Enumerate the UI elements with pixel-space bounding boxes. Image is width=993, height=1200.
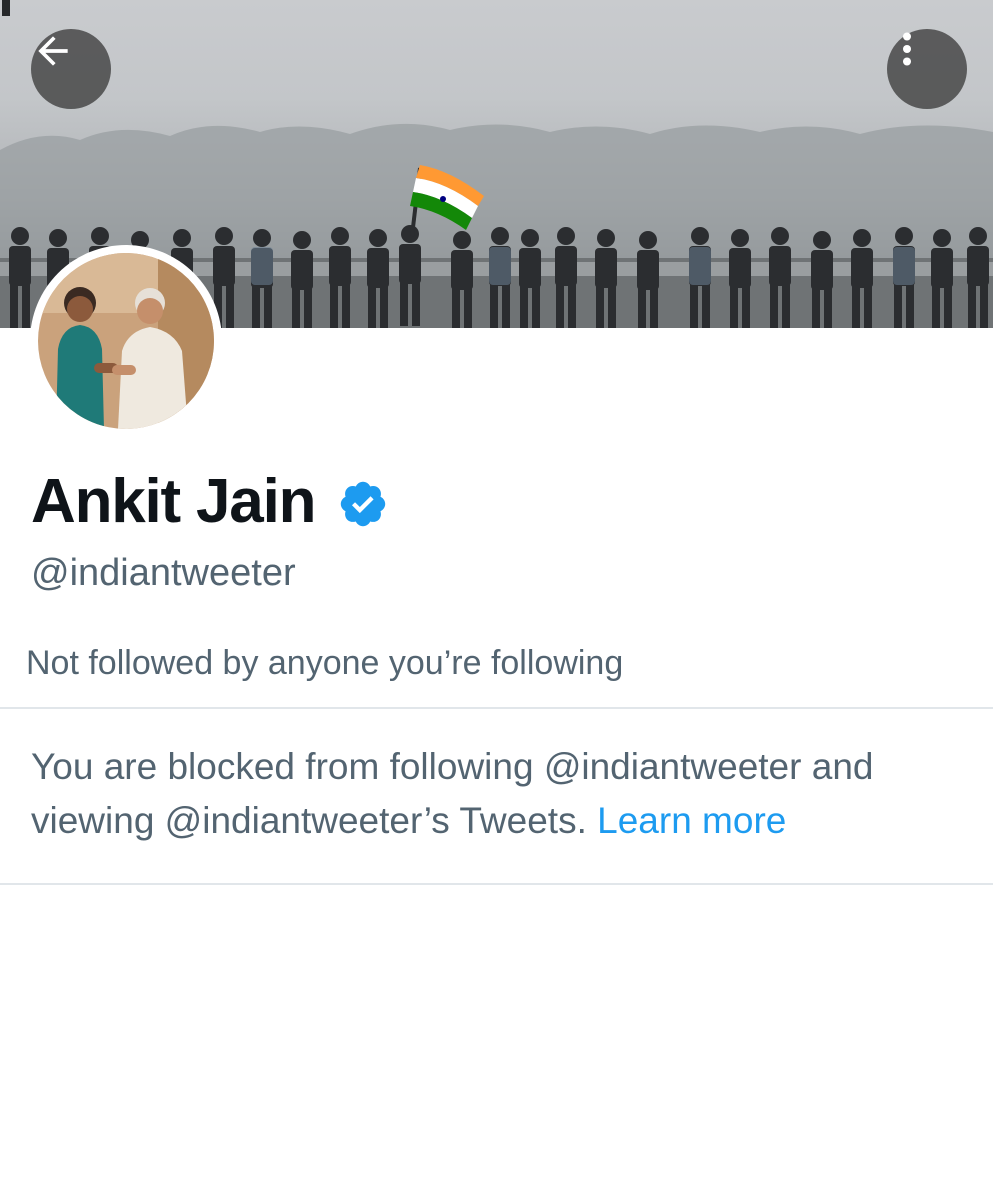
divider [0, 707, 993, 709]
verified-badge-icon [341, 481, 386, 527]
arrow-left-icon [38, 36, 68, 66]
more-vertical-icon [903, 32, 911, 66]
avatar[interactable] [30, 245, 222, 437]
display-name: Ankit Jain [31, 467, 316, 536]
profile-handle: @indiantweeter [31, 552, 296, 594]
back-button[interactable] [31, 29, 111, 109]
profile-name-row: Ankit Jain [31, 466, 389, 538]
more-options-button[interactable] [887, 29, 967, 109]
learn-more-link[interactable]: Learn more [597, 800, 786, 841]
blocked-notice: You are blocked from following @indiantw… [31, 740, 971, 848]
avatar-photo [38, 253, 214, 429]
divider [0, 883, 993, 885]
followed-by-text: Not followed by anyone you’re following [26, 644, 624, 682]
